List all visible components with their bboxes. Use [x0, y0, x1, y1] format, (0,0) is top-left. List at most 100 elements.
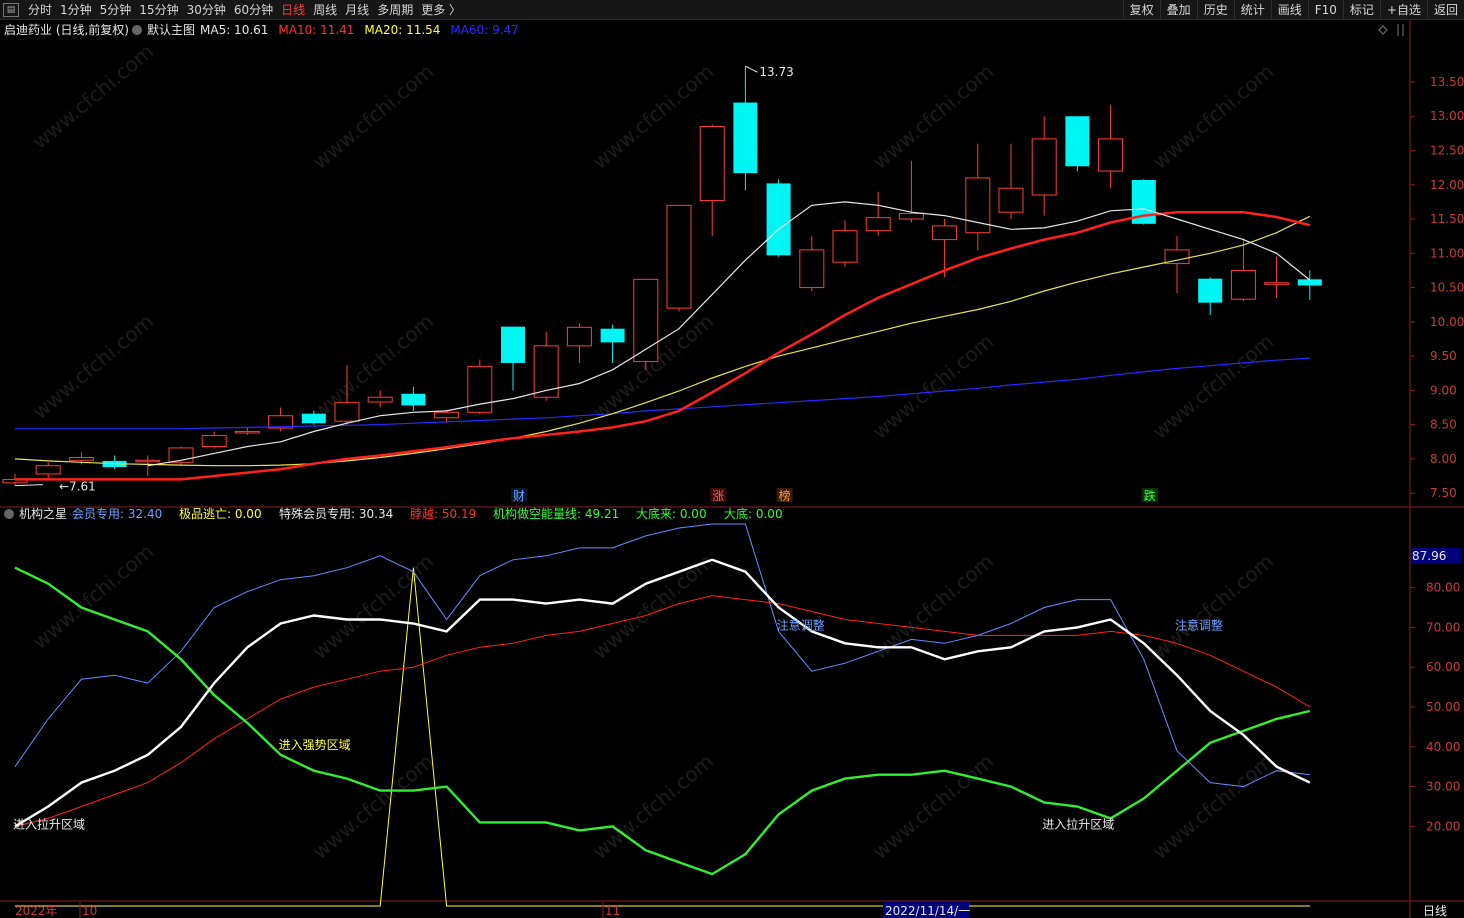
price-tick-label: 13.50 [1430, 75, 1464, 89]
candle-body[interactable] [998, 187, 1024, 213]
expand-icon[interactable] [1397, 24, 1404, 36]
period-tabs: 分时 1分钟 5分钟 15分钟 30分钟 60分钟 日线 周线 月线 多周期 更多 〉 [24, 0, 465, 20]
period-tab[interactable]: 周线 [309, 0, 341, 20]
candle-body[interactable] [501, 326, 525, 363]
price-tick-label: 8.00 [1430, 452, 1457, 466]
candle-body[interactable] [234, 430, 260, 434]
indicator-header: 机构之星 会员专用: 32.40 极品逃亡: 0.00 特殊会员专用: 30.34 脖越… [4, 506, 783, 521]
toolbar-button[interactable]: +自选 [1379, 0, 1427, 20]
candle-body[interactable] [932, 225, 958, 241]
indicator-dropdown-icon[interactable] [4, 509, 14, 519]
candle-body[interactable] [666, 204, 692, 309]
date-label-month: 10 [82, 904, 97, 918]
period-tab[interactable]: 30分钟 [183, 0, 230, 20]
kline-chart[interactable]: www.cfchi.com www.cfchi.com www.cfchi.com w… [0, 20, 1464, 918]
ma-legend-3: MA60: 9.47 [450, 23, 518, 37]
candle-body[interactable] [1230, 269, 1256, 300]
candle-body[interactable] [1098, 138, 1124, 172]
main-template-label: 默认主图 [147, 22, 195, 37]
period-tab[interactable]: 15分钟 [135, 0, 182, 20]
candle-body[interactable] [68, 457, 94, 461]
watermark-text: www.cfchi.com [28, 39, 158, 154]
candle-body[interactable] [434, 411, 460, 419]
date-label-month: 11 [605, 904, 620, 918]
period-tab[interactable]: 月线 [341, 0, 373, 20]
price-tick-label: 12.50 [1430, 144, 1464, 158]
period-tab[interactable]: 更多 〉 [417, 0, 465, 20]
candle-body[interactable] [799, 249, 825, 289]
candle-body[interactable] [334, 402, 360, 422]
candle-body[interactable] [367, 396, 393, 403]
period-tab[interactable]: 1分钟 [56, 0, 96, 20]
toolbar-button[interactable]: 复权 [1122, 0, 1160, 20]
toolbar-button[interactable]: 返回 [1426, 0, 1464, 20]
price-tick-label: 11.50 [1430, 212, 1464, 226]
toolbar-button[interactable]: 标记 [1342, 0, 1380, 20]
indicator-tick-label: 50.00 [1426, 700, 1460, 714]
stock-title: 启迪药业 (日线,前复权) [4, 22, 129, 37]
period-tab[interactable]: 分时 [24, 0, 56, 20]
diamond-icon[interactable] [1378, 25, 1388, 35]
toolbar-button[interactable]: 历史 [1196, 0, 1234, 20]
candle-body[interactable] [898, 213, 924, 220]
toolbar-button[interactable]: 叠加 [1159, 0, 1197, 20]
candle-body[interactable] [135, 459, 161, 463]
watermark-text: www.cfchi.com [1148, 549, 1278, 664]
period-tab[interactable]: 5分钟 [96, 0, 136, 20]
indicator-tick-label: 20.00 [1426, 819, 1460, 833]
watermark-text: www.cfchi.com [588, 749, 718, 864]
low-price-label: ←7.61 [59, 480, 96, 494]
candle-body[interactable] [1264, 282, 1290, 285]
watermark-text: www.cfchi.com [1148, 59, 1278, 174]
price-tick-label: 10.50 [1430, 281, 1464, 295]
candle-body[interactable] [733, 102, 758, 174]
candle-body[interactable] [566, 326, 592, 347]
candle-body[interactable] [865, 217, 891, 232]
candle-body[interactable] [600, 328, 625, 343]
indicator-tick-label: 80.00 [1426, 581, 1460, 595]
candle-body[interactable] [201, 435, 227, 448]
candle-body[interactable] [832, 230, 858, 263]
main-header: 启迪药业 (日线,前复权) 默认主图 MA5: 10.61 MA10: 11.41 MA… [4, 22, 519, 37]
watermark-layer: www.cfchi.com www.cfchi.com www.cfchi.com w… [28, 39, 1278, 864]
high-price-label: 13.73 [759, 65, 793, 79]
indicator-legend-item: 会员专用: 32.40 [72, 506, 162, 521]
candle-body[interactable] [766, 183, 791, 256]
candle-body[interactable] [1198, 278, 1223, 303]
toolbar-button[interactable]: 画线 [1270, 0, 1308, 20]
candle-body[interactable] [1065, 116, 1090, 167]
watermark-text: www.cfchi.com [308, 749, 438, 864]
event-marker: 榜 [779, 488, 791, 503]
current-value-label: 87.96 [1412, 549, 1446, 563]
candle-body[interactable] [1031, 138, 1057, 196]
period-tab[interactable]: 日线 [277, 0, 309, 20]
indicator-annotation: 进入拉升区域 [13, 816, 85, 831]
price-tick-label: 12.00 [1430, 178, 1464, 192]
event-marker: 跌 [1144, 488, 1156, 503]
ma-legend-0: MA5: 10.61 [200, 23, 268, 37]
indicator-blue-line [14, 523, 1310, 788]
candle-body[interactable] [699, 126, 725, 202]
candle-body[interactable] [301, 413, 326, 424]
candle-body[interactable] [1297, 279, 1322, 286]
indicator-annotation: 进入强势区域 [279, 738, 351, 752]
toolbar-button[interactable]: 统计 [1233, 0, 1271, 20]
app-menu-icon[interactable]: ▤ [3, 3, 19, 17]
period-tab[interactable]: 60分钟 [230, 0, 277, 20]
template-dropdown-icon[interactable] [132, 25, 142, 35]
price-tick-label: 10.00 [1430, 315, 1464, 329]
candle-body[interactable] [533, 345, 559, 398]
high-pointer [745, 65, 758, 73]
candle-body[interactable] [401, 393, 426, 406]
watermark-text: www.cfchi.com [868, 749, 998, 864]
period-tab[interactable]: 多周期 [373, 0, 417, 20]
event-marker: 涨 [712, 488, 724, 503]
watermark-text: www.cfchi.com [28, 539, 158, 654]
price-tick-label: 9.50 [1430, 349, 1457, 363]
toolbar-button[interactable]: F10 [1307, 0, 1343, 20]
price-tick-label: 9.00 [1430, 383, 1457, 397]
indicator-annotation: 进入拉升区域 [1042, 816, 1114, 831]
event-marker: 财 [513, 489, 525, 503]
candle-body[interactable] [35, 465, 61, 475]
price-axis: 13.50 13.00 12.50 12.00 11.50 11.00 10.50 10.00… [1410, 75, 1464, 500]
